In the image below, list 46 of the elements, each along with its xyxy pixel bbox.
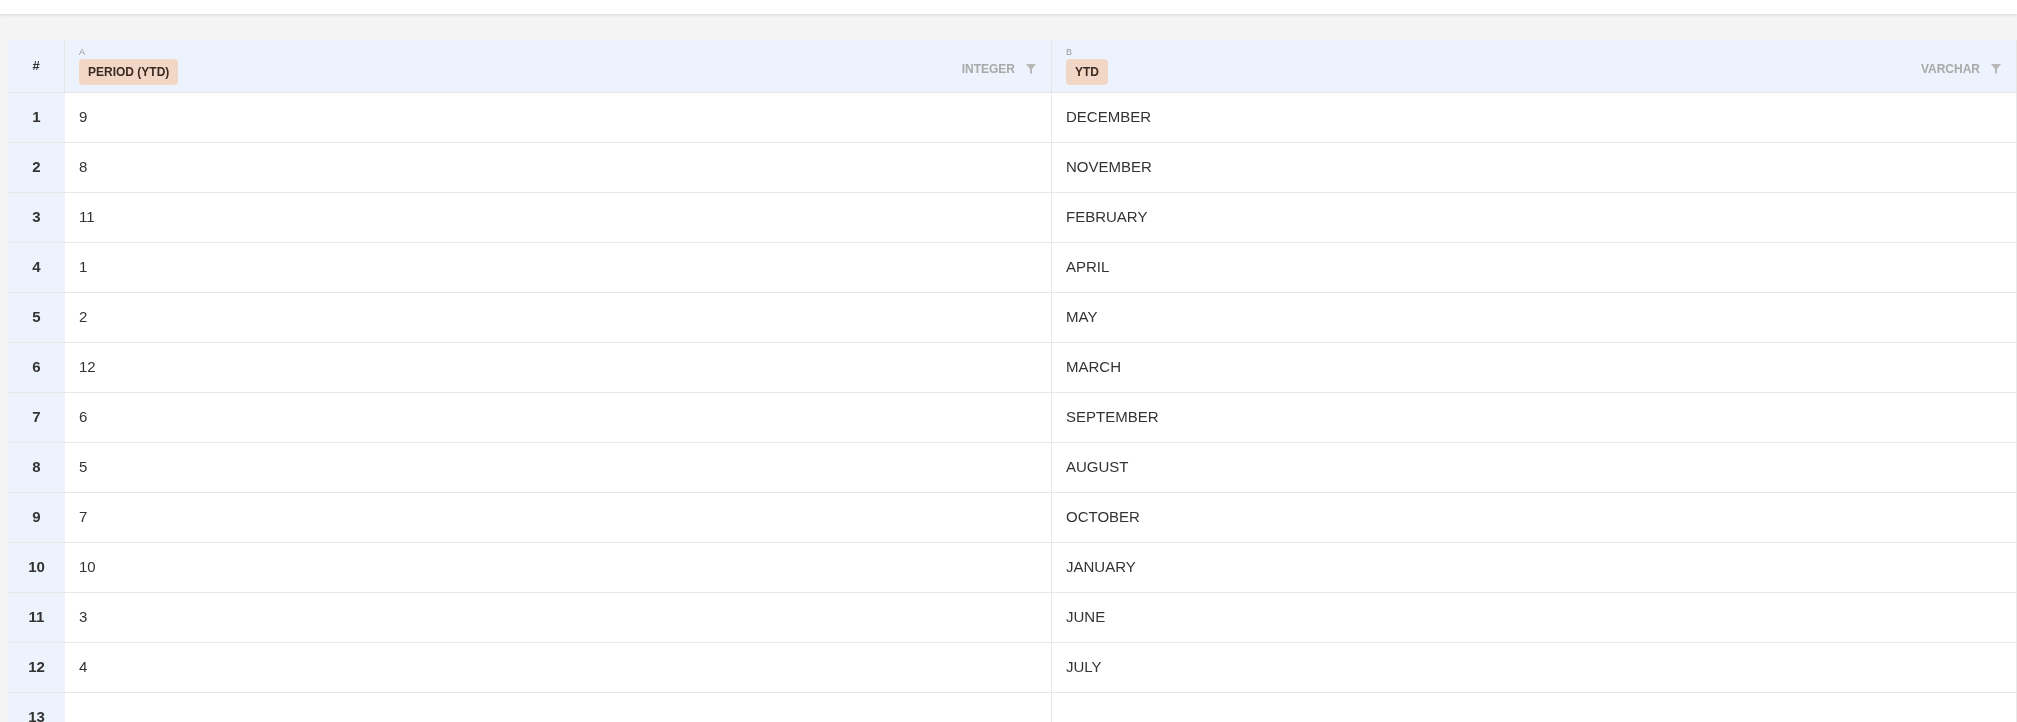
table-cell-text: JUNE xyxy=(1066,607,1106,628)
table-cell-text: NOVEMBER xyxy=(1066,157,1152,178)
column-name-chip[interactable]: YTD xyxy=(1066,58,1108,85)
table-cell-text: JANUARY xyxy=(1066,557,1136,578)
table-cell-text: 12 xyxy=(79,357,96,378)
row-number: 9 xyxy=(32,507,41,528)
table-cell-text: 11 xyxy=(79,207,95,228)
table-cell-text: 1 xyxy=(79,257,88,278)
row-number: 7 xyxy=(32,407,41,428)
table-cell-text: DECEMBER xyxy=(1066,107,1151,128)
row-number: 8 xyxy=(32,457,41,478)
column-letter: B xyxy=(1066,47,1073,57)
table-cell-text: JULY xyxy=(1066,657,1102,678)
table-cell-text: FEBRUARY xyxy=(1066,207,1148,228)
row-number: 5 xyxy=(32,307,41,328)
table-cell-text: OCTOBER xyxy=(1066,507,1140,528)
index-header: # xyxy=(32,57,40,76)
row-number: 4 xyxy=(32,257,41,278)
table-cell-text: 9 xyxy=(79,107,88,128)
row-number: 1 xyxy=(32,107,41,128)
filter-icon[interactable] xyxy=(1990,62,2002,75)
table-cell-text: 2 xyxy=(79,307,88,328)
row-number: 13 xyxy=(28,707,45,722)
row-number: 10 xyxy=(28,557,45,578)
row-number: 3 xyxy=(32,207,41,228)
table-cell-text: APRIL xyxy=(1066,257,1110,278)
table-cell-text: MAY xyxy=(1066,307,1098,328)
table-cell-text: 6 xyxy=(79,407,88,428)
table-cell-text: 8 xyxy=(79,157,88,178)
column-letter: A xyxy=(79,47,86,57)
row-number: 12 xyxy=(28,657,45,678)
table-cell-text: 5 xyxy=(79,457,88,478)
column-type: INTEGER xyxy=(961,60,1015,78)
table-cell-text: 3 xyxy=(79,607,88,628)
table-cell-text: MARCH xyxy=(1066,357,1121,378)
row-number: 11 xyxy=(28,607,45,628)
table-cell-text: AUGUST xyxy=(1066,457,1129,478)
column-type: VARCHAR xyxy=(1920,60,1980,78)
row-number: 6 xyxy=(32,357,41,378)
table-cell-text: SEPTEMBER xyxy=(1066,407,1159,428)
row-number: 2 xyxy=(32,157,41,178)
table-cell-text: 10 xyxy=(79,557,96,578)
table-cell-text: 7 xyxy=(79,507,88,528)
column-name-chip[interactable]: PERIOD (YTD) xyxy=(79,58,179,85)
table-cell-text: 4 xyxy=(79,657,88,678)
filter-icon[interactable] xyxy=(1025,62,1037,75)
